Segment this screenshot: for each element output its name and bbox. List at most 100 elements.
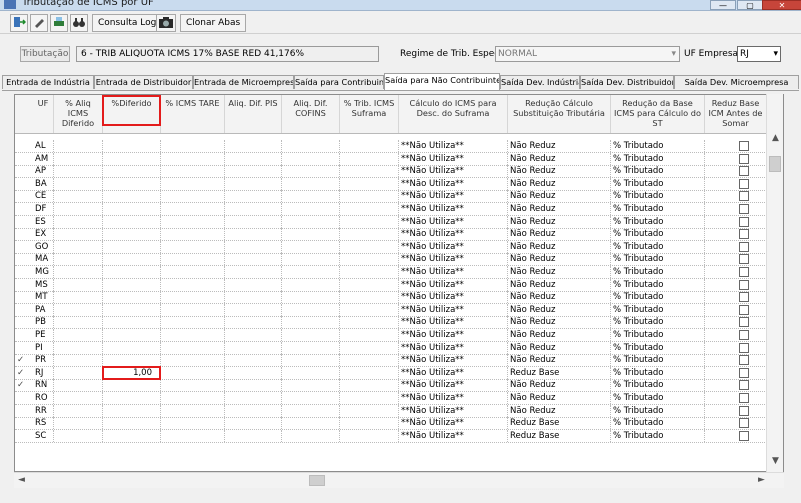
diferido-cell[interactable] [103,316,161,329]
table-row[interactable]: EX **Não Utiliza** Não Reduz% Tributado [15,228,767,242]
reducao-base-cell[interactable]: % Tributado [611,341,705,354]
reduz-base-checkbox[interactable] [739,355,749,366]
reducao-base-cell[interactable]: % Tributado [611,392,705,404]
binoculars-icon[interactable] [70,14,88,32]
calculo-suframa-cell[interactable]: **Não Utiliza** [399,140,508,152]
consulta-log-button[interactable]: Consulta Log [92,14,163,32]
reducao-base-cell[interactable]: % Tributado [611,429,705,442]
calculo-suframa-cell[interactable]: **Não Utiliza** [399,291,508,304]
icms-tare-cell[interactable] [161,177,225,190]
diferido-cell[interactable] [103,240,161,253]
reducao-st-cell[interactable]: Reduz Base [508,429,611,442]
column-header-5[interactable]: Aliq. Dif. COFINS [282,95,340,133]
reduz-base-checkbox[interactable] [739,279,749,290]
aliq-diferido-cell[interactable] [54,404,103,417]
tributacao-button[interactable]: Tributação [20,46,70,62]
reduz-base-checkbox[interactable] [739,241,749,252]
aliq-diferido-cell[interactable] [54,253,103,266]
diferido-cell[interactable] [103,429,161,442]
table-row[interactable]: AM **Não Utiliza** Não Reduz% Tributado [15,152,767,166]
table-row[interactable]: DF **Não Utiliza** Não Reduz% Tributado [15,203,767,216]
aliq-pis-cell[interactable] [225,354,282,367]
table-row[interactable]: PA **Não Utiliza** Não Reduz% Tributado [15,303,767,317]
reducao-st-cell[interactable]: Não Reduz [508,215,611,228]
aliq-diferido-cell[interactable] [54,329,103,341]
aliq-cofins-cell[interactable] [282,366,340,379]
aliq-pis-cell[interactable] [225,165,282,178]
aliq-diferido-cell[interactable] [54,203,103,215]
reducao-base-cell[interactable]: % Tributado [611,354,705,367]
uf-cell[interactable]: PA [33,303,54,316]
icms-tare-cell[interactable] [161,429,225,442]
aliq-cofins-cell[interactable] [282,417,340,430]
calculo-suframa-cell[interactable]: **Não Utiliza** [399,266,508,278]
reduz-base-checkbox[interactable] [739,405,749,416]
reduz-base-checkbox[interactable] [739,204,749,214]
reducao-base-cell[interactable]: % Tributado [611,203,705,215]
aliq-pis-cell[interactable] [225,291,282,304]
reduz-base-checkbox[interactable] [739,342,749,353]
reducao-base-cell[interactable]: % Tributado [611,278,705,291]
uf-cell[interactable]: PB [33,316,54,329]
uf-cell[interactable]: MT [33,291,54,304]
diferido-cell[interactable] [103,228,161,241]
reducao-st-cell[interactable]: Não Reduz [508,341,611,354]
aliq-cofins-cell[interactable] [282,177,340,190]
table-row[interactable]: ✓ RN **Não Utiliza** Não Reduz% Tributado [15,379,767,393]
reducao-base-cell[interactable]: % Tributado [611,253,705,266]
table-row[interactable]: RS **Não Utiliza** Reduz Base% Tributado [15,417,767,431]
table-row[interactable]: MS **Não Utiliza** Não Reduz% Tributado [15,278,767,292]
uf-cell[interactable]: RS [33,417,54,430]
reducao-st-cell[interactable]: Não Reduz [508,303,611,316]
reducao-base-cell[interactable]: % Tributado [611,291,705,304]
tab-1[interactable]: Entrada de Distribuidor [94,75,193,89]
reducao-base-cell[interactable]: % Tributado [611,140,705,152]
calculo-suframa-cell[interactable]: **Não Utiliza** [399,429,508,442]
aliq-cofins-cell[interactable] [282,329,340,341]
reducao-st-cell[interactable]: Não Reduz [508,240,611,253]
aliq-diferido-cell[interactable] [54,291,103,304]
aliq-cofins-cell[interactable] [282,140,340,152]
reducao-st-cell[interactable]: Não Reduz [508,203,611,215]
reducao-base-cell[interactable]: % Tributado [611,228,705,241]
icms-tare-cell[interactable] [161,215,225,228]
uf-cell[interactable]: CE [33,190,54,203]
icms-tare-cell[interactable] [161,341,225,354]
tab-3[interactable]: Saída para Contribuinte [294,75,384,89]
aliq-diferido-cell[interactable] [54,303,103,316]
horizontal-scrollbar[interactable]: ◄ ► [14,472,784,488]
table-row[interactable]: BA **Não Utiliza** Não Reduz% Tributado [15,177,767,191]
reducao-base-cell[interactable]: % Tributado [611,177,705,190]
reducao-st-cell[interactable]: Não Reduz [508,152,611,165]
reducao-st-cell[interactable]: Não Reduz [508,278,611,291]
diferido-cell[interactable] [103,203,161,215]
aliq-diferido-cell[interactable] [54,266,103,278]
aliq-cofins-cell[interactable] [282,341,340,354]
print-icon[interactable] [50,14,68,32]
calculo-suframa-cell[interactable]: **Não Utiliza** [399,303,508,316]
calculo-suframa-cell[interactable]: **Não Utiliza** [399,253,508,266]
exit-icon[interactable] [10,14,28,32]
aliq-pis-cell[interactable] [225,429,282,442]
reduz-base-checkbox[interactable] [739,380,749,391]
reducao-base-cell[interactable]: % Tributado [611,316,705,329]
uf-cell[interactable]: RJ [33,366,54,379]
aliq-diferido-cell[interactable] [54,177,103,190]
aliq-diferido-cell[interactable] [54,278,103,291]
diferido-cell[interactable] [103,140,161,152]
reducao-base-cell[interactable]: % Tributado [611,215,705,228]
uf-cell[interactable]: BA [33,177,54,190]
trib-suframa-cell[interactable] [340,140,399,152]
reducao-st-cell[interactable]: Não Reduz [508,140,611,152]
diferido-cell[interactable] [103,253,161,266]
tab-4[interactable]: Saída para Não Contribuinte [384,73,500,90]
aliq-diferido-cell[interactable] [54,417,103,430]
aliq-pis-cell[interactable] [225,404,282,417]
trib-suframa-cell[interactable] [340,379,399,392]
table-row[interactable]: MG **Não Utiliza** Não Reduz% Tributado [15,266,767,279]
trib-suframa-cell[interactable] [340,278,399,291]
aliq-pis-cell[interactable] [225,266,282,278]
aliq-cofins-cell[interactable] [282,392,340,404]
aliq-pis-cell[interactable] [225,190,282,203]
aliq-diferido-cell[interactable] [54,215,103,228]
